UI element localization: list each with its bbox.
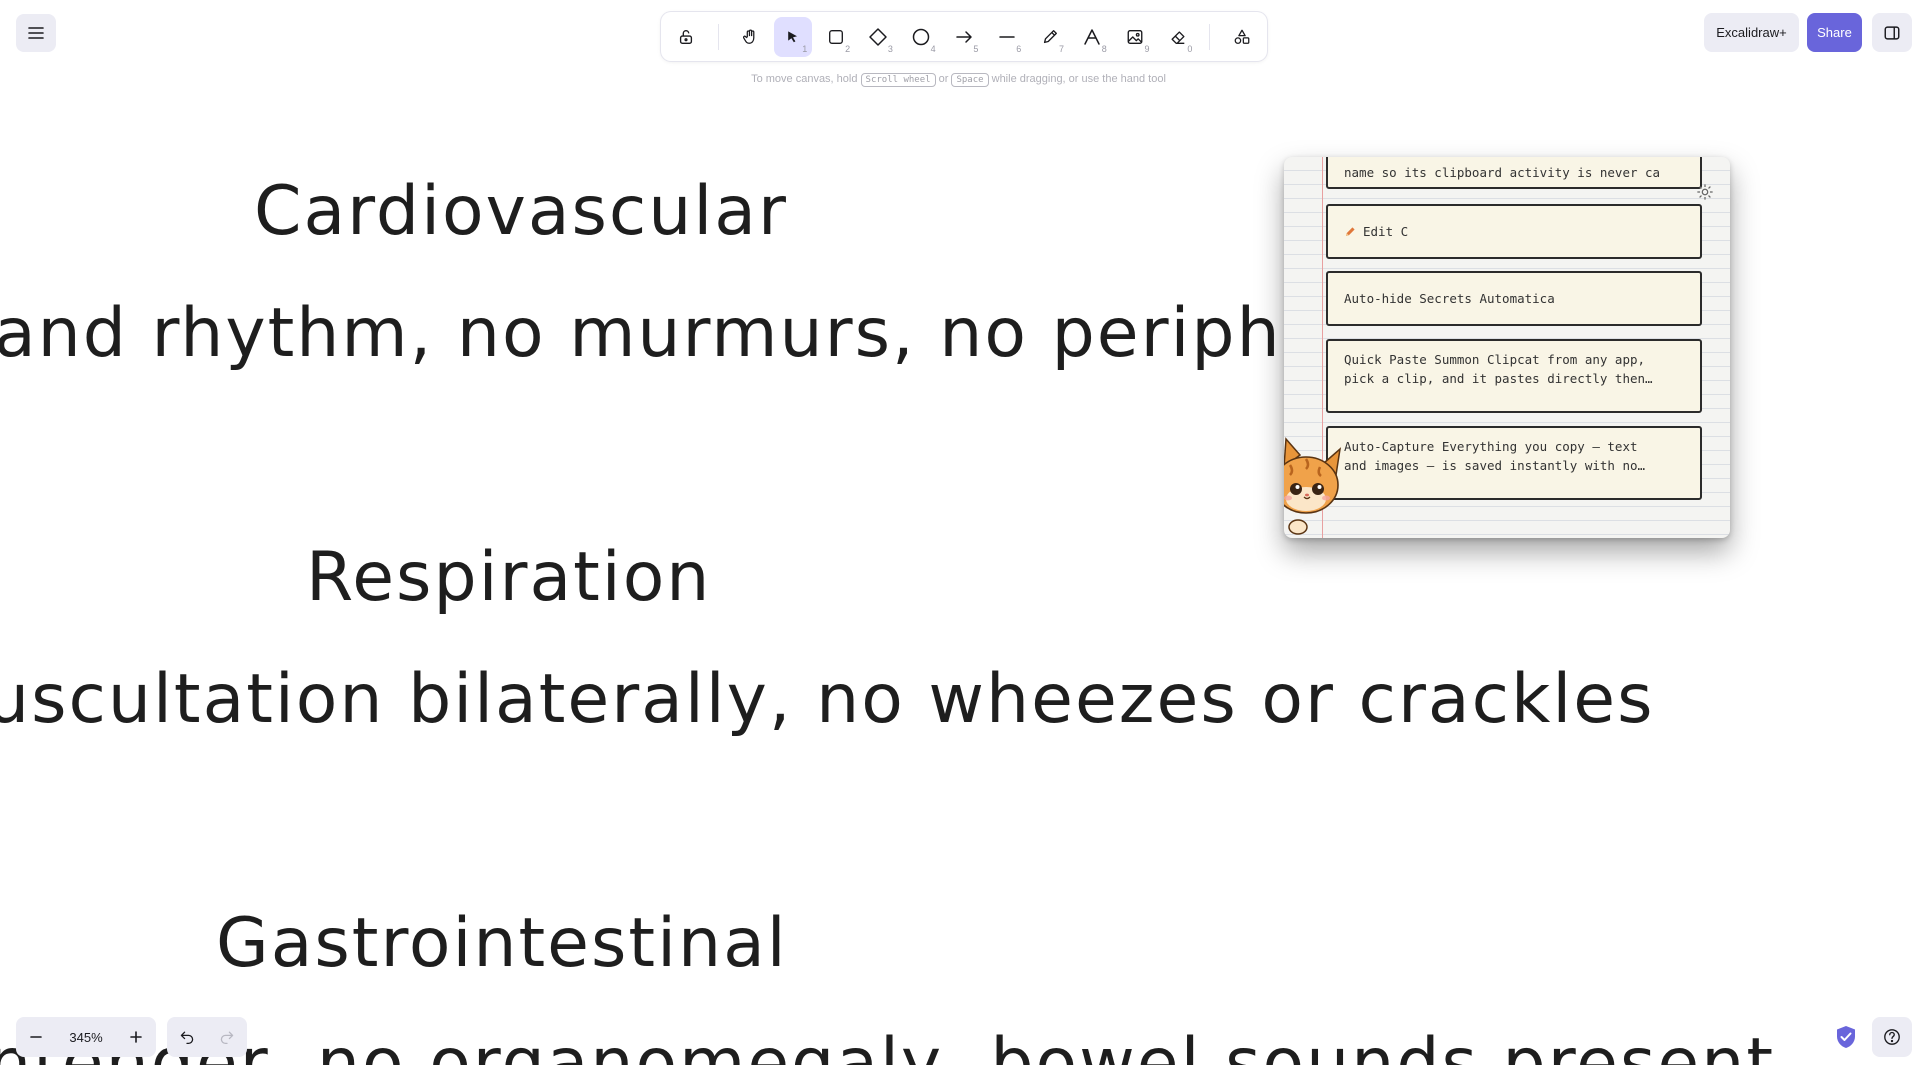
- image-icon: [1127, 29, 1143, 44]
- shortcut-key: 2: [845, 43, 851, 54]
- line-icon: [999, 35, 1015, 38]
- clip-card-text: Quick Paste Summon Clipcat from any app,: [1344, 352, 1646, 367]
- canvas-text-respiration[interactable]: uscultation bilaterally, no wheezes or c…: [0, 660, 1655, 739]
- pencil-icon: [1345, 227, 1355, 237]
- rectangle-icon: [828, 29, 843, 44]
- tool-eraser[interactable]: 0: [1159, 17, 1198, 57]
- hint-key-scroll: Scroll wheel: [860, 73, 936, 87]
- arrow-right-icon: [956, 30, 972, 43]
- canvas-hint: To move canvas, hold Scroll wheel or Spa…: [0, 73, 1917, 87]
- shortcut-key: 1: [802, 43, 808, 54]
- pencil-icon: [1043, 29, 1057, 43]
- undo-button[interactable]: [167, 1017, 207, 1057]
- cat-mascot-icon: [1284, 437, 1342, 535]
- shortcut-key: 0: [1187, 43, 1193, 54]
- shortcut-key: 7: [1058, 43, 1064, 54]
- clip-card-edit[interactable]: Edit C: [1326, 204, 1702, 259]
- canvas-heading-cardiovascular[interactable]: Cardiovascular: [254, 172, 788, 251]
- clip-card-text: and images — is saved instantly with no…: [1344, 458, 1646, 473]
- hint-text: To move canvas, hold: [751, 73, 858, 85]
- main-menu-button[interactable]: [16, 14, 56, 52]
- hamburger-icon: [28, 27, 44, 39]
- hint-text: while dragging, or use the hand tool: [991, 73, 1166, 85]
- tool-diamond[interactable]: 3: [859, 17, 898, 57]
- clip-card[interactable]: Quick Paste Summon Clipcat from any app,…: [1326, 339, 1702, 413]
- clip-card-line: Edit C: [1344, 222, 1684, 241]
- ellipse-icon: [913, 28, 930, 45]
- sidebar-toggle-button[interactable]: [1872, 13, 1912, 52]
- tool-arrow[interactable]: 5: [945, 17, 984, 57]
- clip-card[interactable]: name so its clipboard activity is never …: [1326, 157, 1702, 189]
- toolbar-divider: [1209, 23, 1211, 50]
- clip-card-text: Auto-hide Secrets Automatica: [1344, 291, 1555, 306]
- shape-toolbar: 1 2 3 4 5 6 7 8 9 0: [661, 12, 1267, 61]
- plus-icon: [130, 1031, 142, 1043]
- shortcut-key: 5: [973, 43, 979, 54]
- pointer-arrow-icon: [788, 30, 797, 42]
- tool-lock[interactable]: [667, 17, 706, 57]
- shortcut-key: 8: [1101, 43, 1107, 54]
- clip-card-text: Edit C: [1363, 224, 1409, 239]
- redo-icon: [220, 1031, 234, 1045]
- clip-card-text: Auto-Capture Everything you copy — text: [1344, 439, 1638, 454]
- eraser-icon: [1171, 30, 1185, 44]
- shield-check-icon[interactable]: [1835, 1025, 1857, 1049]
- canvas-text-cardiovascular[interactable]: and rhythm, no murmurs, no peripheral e: [0, 294, 1487, 373]
- text-icon: [1084, 28, 1101, 45]
- gear-icon[interactable]: [1696, 183, 1714, 201]
- hand-icon: [743, 28, 755, 44]
- share-button[interactable]: Share: [1807, 13, 1862, 52]
- zoom-level[interactable]: 345%: [56, 1030, 116, 1045]
- tool-selection[interactable]: 1: [773, 16, 813, 57]
- canvas-text-gastrointestinal[interactable]: ntender, no organomegaly, bowel sounds p…: [0, 1024, 1775, 1065]
- canvas-heading-respiration[interactable]: Respiration: [306, 538, 711, 617]
- clip-card[interactable]: Auto-Capture Everything you copy — text …: [1326, 426, 1702, 500]
- tool-extra-shapes[interactable]: [1222, 17, 1261, 57]
- tool-ellipse[interactable]: 4: [902, 17, 941, 57]
- tool-draw[interactable]: 7: [1030, 17, 1069, 57]
- question-icon: [1884, 1029, 1900, 1045]
- tool-rectangle[interactable]: 2: [816, 17, 855, 57]
- hint-text: or: [938, 73, 949, 85]
- hint-key-space: Space: [951, 73, 989, 87]
- clipcat-panel: name so its clipboard activity is never …: [1284, 157, 1730, 538]
- zoom-controls: 345%: [16, 1017, 156, 1057]
- shortcut-key: 6: [1016, 43, 1022, 54]
- unlock-icon: [680, 29, 693, 44]
- toolbar-divider: [717, 23, 719, 50]
- shortcut-key: 9: [1144, 43, 1150, 54]
- clip-card-text: pick a clip, and it pastes directly then…: [1344, 371, 1653, 386]
- tool-line[interactable]: 6: [987, 17, 1026, 57]
- diamond-icon: [869, 27, 888, 46]
- zoom-out-button[interactable]: [16, 1017, 56, 1057]
- shortcut-key: 3: [887, 43, 893, 54]
- canvas-heading-gastrointestinal[interactable]: Gastrointestinal: [216, 904, 788, 983]
- excalidraw-plus-button[interactable]: Excalidraw+: [1704, 13, 1799, 52]
- clip-card-text: name so its clipboard activity is never …: [1344, 165, 1661, 180]
- minus-icon: [30, 1036, 42, 1038]
- shapes-icon: [1234, 29, 1250, 44]
- history-controls: [167, 1017, 247, 1057]
- tool-hand[interactable]: [731, 17, 770, 57]
- help-button[interactable]: [1872, 1017, 1912, 1057]
- tool-text[interactable]: 8: [1073, 17, 1112, 57]
- zoom-in-button[interactable]: [116, 1017, 156, 1057]
- undo-icon: [180, 1031, 194, 1045]
- shortcut-key: 4: [930, 43, 936, 54]
- tool-image[interactable]: 9: [1116, 17, 1155, 57]
- sidebar-icon: [1884, 25, 1900, 40]
- redo-button[interactable]: [207, 1017, 247, 1057]
- clip-card[interactable]: Auto-hide Secrets Automatica: [1326, 271, 1702, 326]
